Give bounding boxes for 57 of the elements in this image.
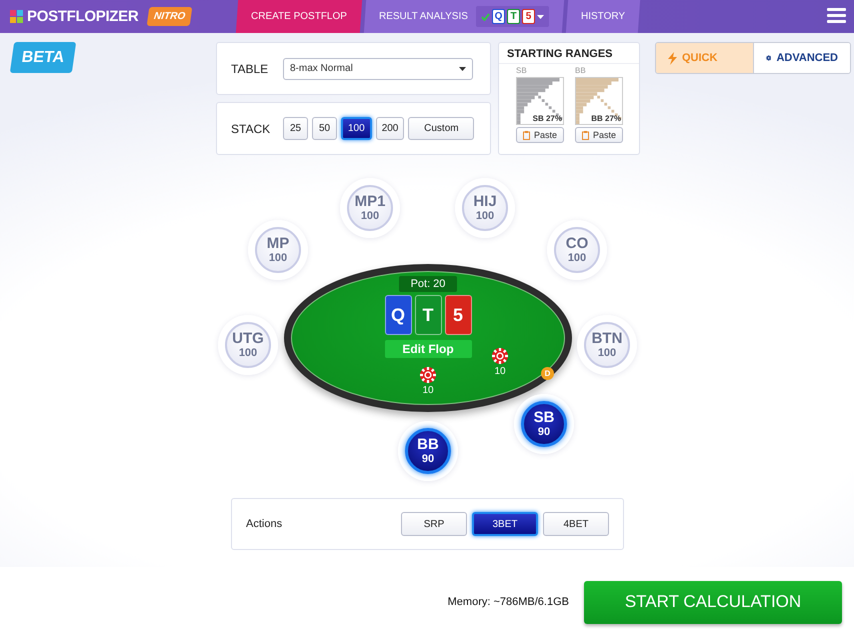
nav-tab[interactable]: CREATE POSTFLOP	[236, 0, 362, 33]
tab-label: CREATE POSTFLOP	[251, 11, 347, 22]
mini-card: 5	[522, 9, 535, 24]
pot-label: Pot: 20	[398, 276, 458, 292]
seat-button[interactable]: UTG 100	[225, 322, 271, 368]
range-position: SB	[516, 66, 527, 75]
lightning-icon	[668, 52, 677, 64]
range-grid[interactable]: SB 27%	[516, 77, 564, 125]
logo-icon	[10, 10, 23, 23]
caret-icon	[536, 14, 544, 18]
paste-button[interactable]: Paste	[575, 127, 624, 143]
action-option[interactable]: 3BET	[472, 512, 538, 536]
board-card: 5	[444, 295, 472, 335]
nav-tab[interactable]: HISTORY	[566, 0, 640, 33]
mode-button[interactable]: ADVANCED	[753, 43, 850, 73]
seat-button[interactable]: MP 100	[255, 227, 301, 273]
table-dropdown[interactable]: 8-max Normal	[283, 58, 473, 80]
actions-label: Actions	[246, 518, 282, 530]
seat-button[interactable]: MP1 100	[347, 185, 393, 231]
stack-option[interactable]: 25	[283, 117, 308, 140]
check-icon	[480, 12, 490, 20]
paste-button[interactable]: Paste	[516, 127, 564, 143]
caret-icon	[459, 66, 466, 70]
stack-option[interactable]: Custom	[408, 117, 474, 140]
seat-button[interactable]: BB 90	[405, 428, 451, 474]
mini-card: Q	[492, 9, 505, 24]
stack-option[interactable]: 100	[341, 117, 372, 140]
bet-amount: 10	[422, 385, 434, 396]
clipboard-icon	[523, 130, 531, 140]
nav-tab[interactable]: RESULT ANALYSIS Q T 5	[364, 0, 564, 33]
action-option[interactable]: 4BET	[543, 512, 609, 536]
app-logo: POSTFLOPIZER	[27, 8, 138, 25]
bet-amount: 10	[494, 366, 506, 377]
memory-label: Memory: ~786MB/6.1GB	[448, 596, 569, 608]
menu-icon[interactable]	[827, 8, 846, 23]
chip-icon	[420, 367, 436, 383]
tab-label: HISTORY	[580, 11, 625, 22]
range-position: BB	[575, 66, 586, 75]
seat-button[interactable]: HIJ 100	[462, 185, 508, 231]
stack-option[interactable]: 200	[376, 117, 404, 140]
beta-badge: BETA	[10, 42, 76, 73]
seat-button[interactable]: CO 100	[554, 227, 600, 273]
ranges-title: STARTING RANGES	[499, 43, 639, 64]
seat-button[interactable]: BTN 100	[584, 322, 630, 368]
stack-label: STACK	[231, 122, 272, 136]
stack-option[interactable]: 50	[312, 117, 337, 140]
table-label: TABLE	[231, 62, 270, 76]
board-card: T	[414, 295, 442, 335]
action-option[interactable]: SRP	[401, 512, 467, 536]
mini-card: T	[506, 9, 520, 24]
edition-badge: NITRO	[147, 7, 193, 26]
board-card: Q	[384, 295, 412, 335]
clipboard-icon	[582, 130, 590, 140]
seat-button[interactable]: SB 90	[521, 401, 567, 447]
chip-icon	[492, 348, 508, 364]
tab-label: RESULT ANALYSIS	[378, 11, 468, 22]
range-grid[interactable]: BB 27%	[575, 77, 624, 125]
